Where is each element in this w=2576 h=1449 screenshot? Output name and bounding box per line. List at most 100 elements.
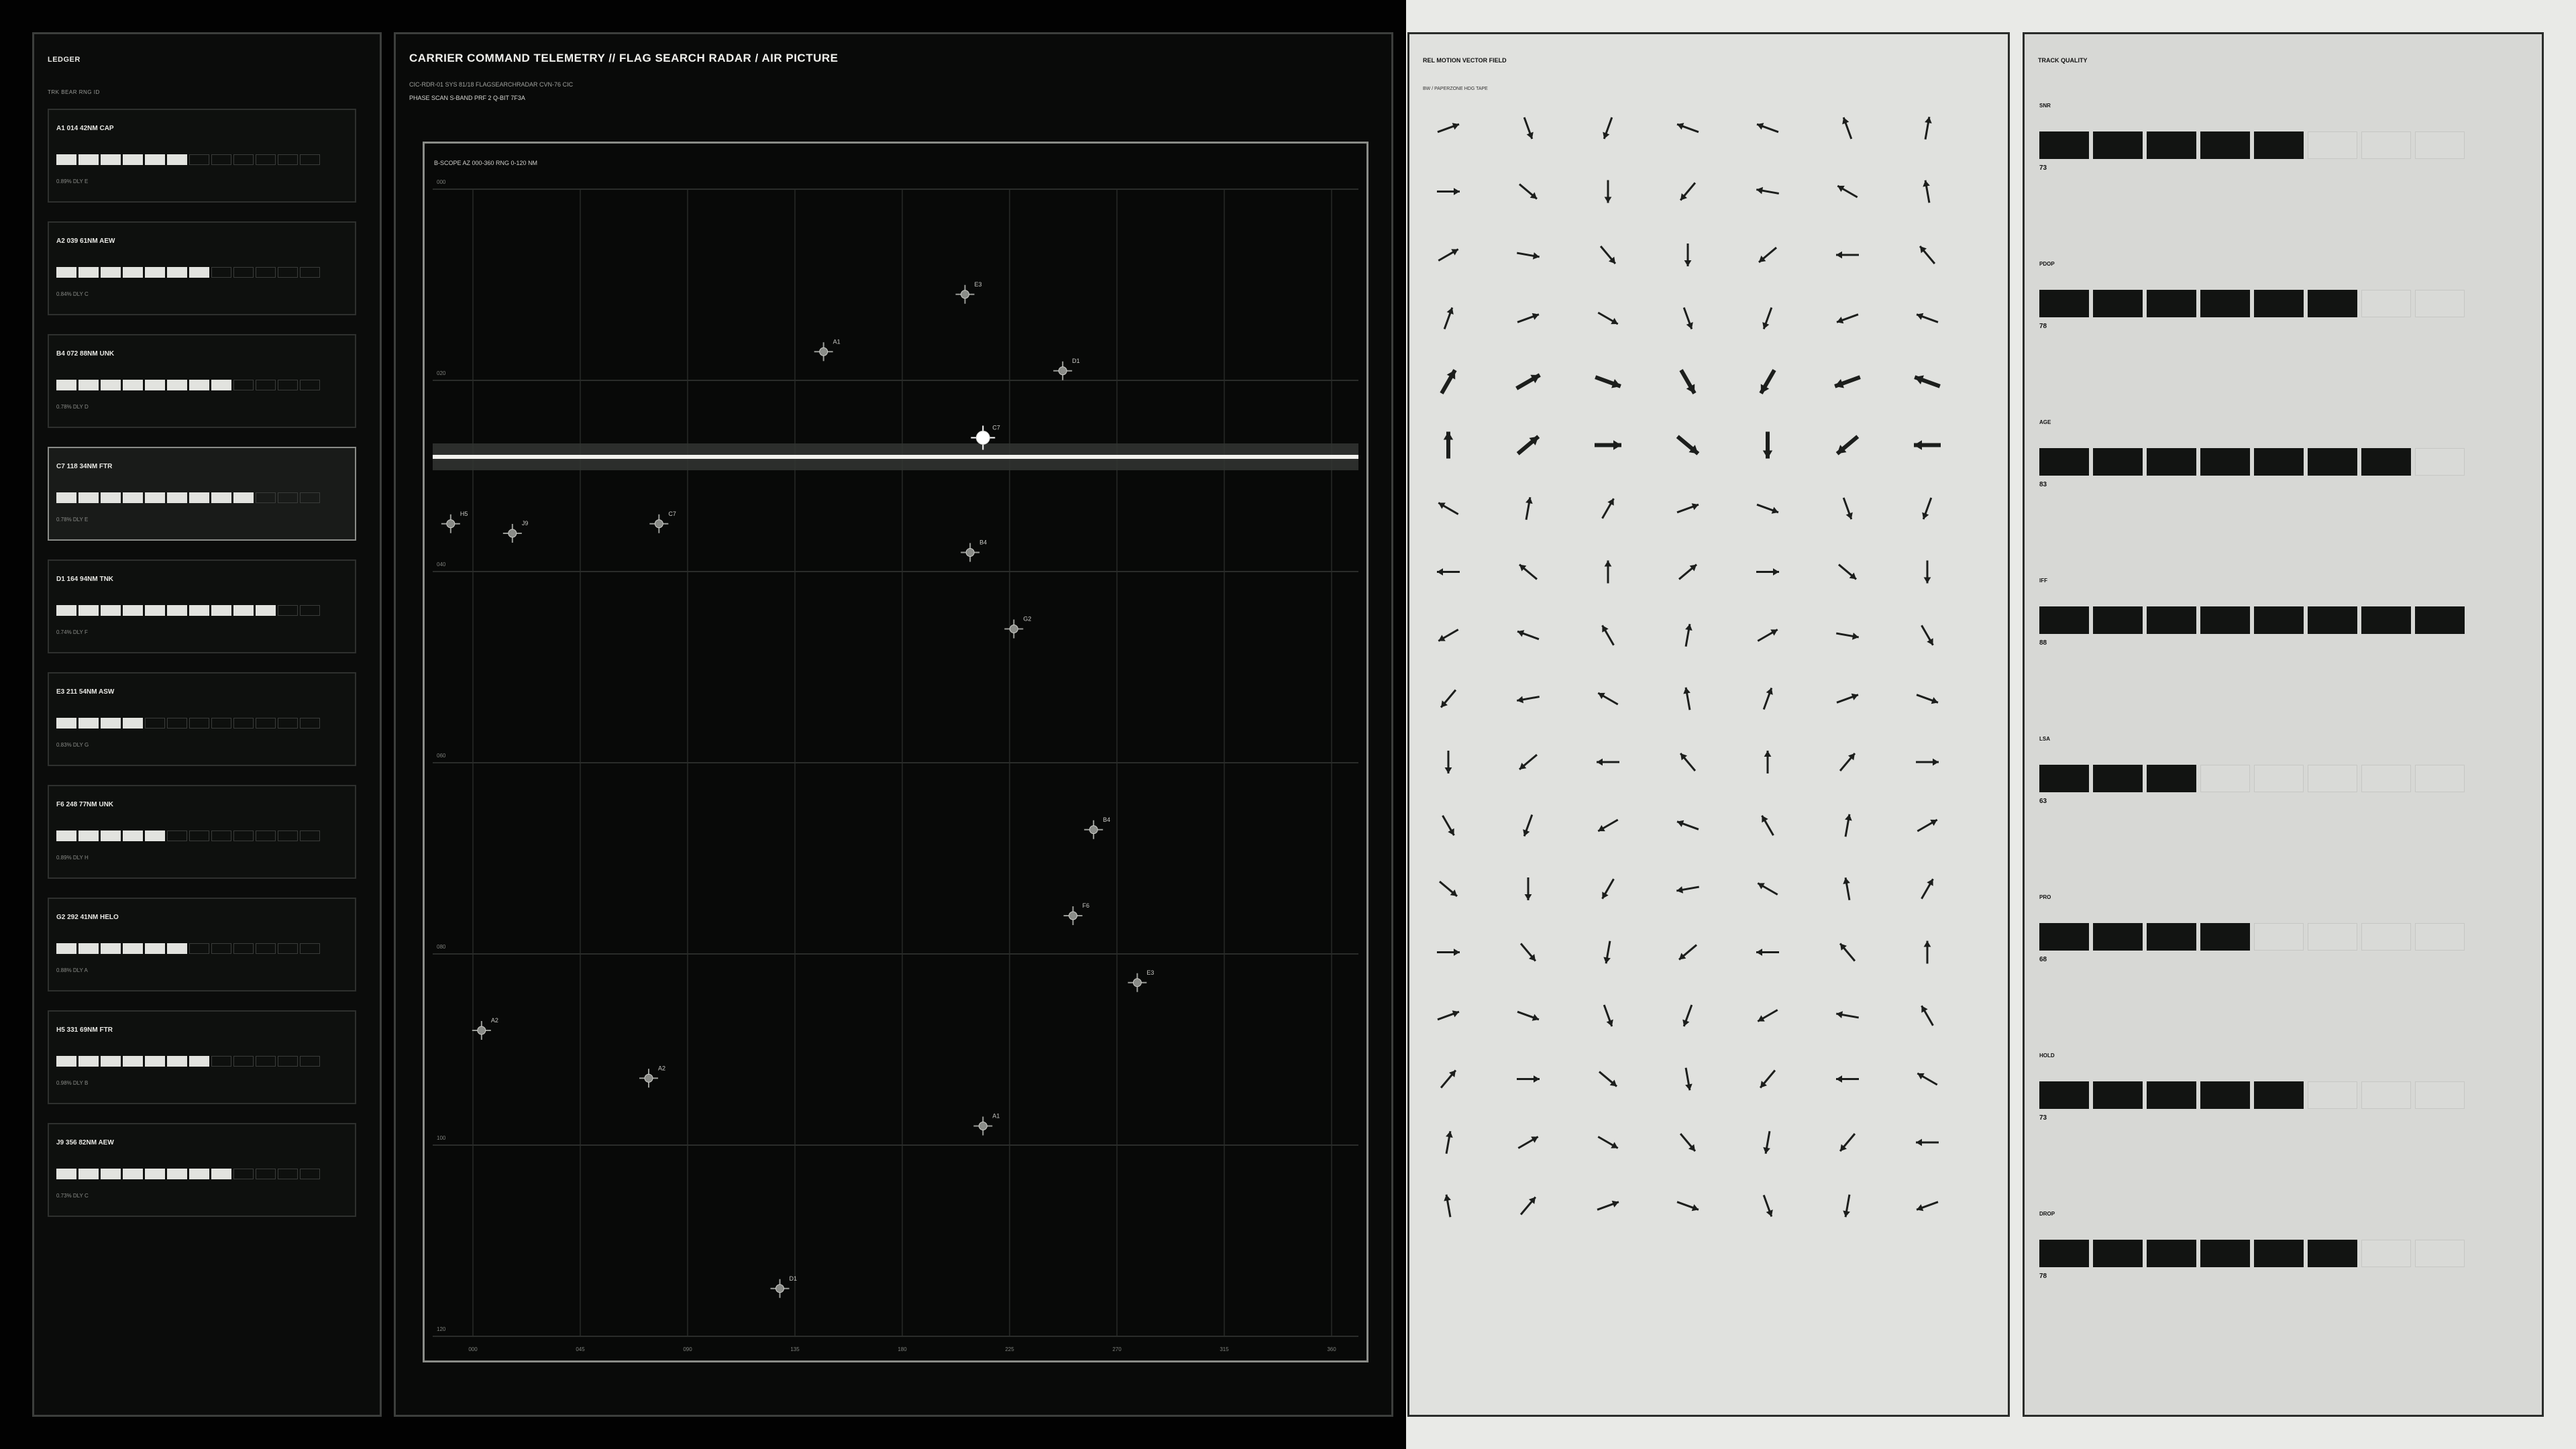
track-card-id: G2 292 41NM HELO: [56, 914, 119, 921]
quality-cell: [189, 943, 209, 954]
radar-contact[interactable]: H5: [441, 511, 468, 533]
metric-value: 78: [2039, 323, 2047, 330]
track-card[interactable]: H5 331 69NM FTR 0.98% DLY B: [48, 1010, 356, 1104]
track-card[interactable]: A1 014 42NM CAP 0.89% DLY E: [48, 109, 356, 203]
track-card-meta: 0.83% DLY G: [56, 742, 89, 748]
quality-cell: [101, 492, 121, 503]
radar-contact[interactable]: A1: [973, 1113, 1000, 1136]
quality-cell: [123, 380, 143, 390]
radar-contact[interactable]: A2: [472, 1017, 498, 1040]
quality-cell: [233, 380, 254, 390]
metric-segment: [2200, 606, 2250, 634]
metric-segment: [2308, 1240, 2357, 1267]
metric-segment: [2308, 448, 2357, 476]
quality-cell: [256, 380, 276, 390]
radar-contact[interactable]: A2: [639, 1065, 665, 1088]
metric-segment: [2361, 1081, 2411, 1109]
metric-name: SNR: [2039, 103, 2051, 109]
quality-cell: [256, 492, 276, 503]
track-card[interactable]: B4 072 88NM UNK 0.78% DLY D: [48, 334, 356, 428]
y-tick-label: 000: [437, 179, 446, 185]
quality-cell: [78, 267, 99, 278]
quality-cell: [300, 943, 320, 954]
quality-cell: [300, 154, 320, 165]
radar-contact[interactable]: D1: [770, 1275, 798, 1298]
track-card-meta: 0.89% DLY H: [56, 855, 89, 861]
quality-cell: [233, 492, 254, 503]
radar-contact[interactable]: E3: [955, 281, 982, 304]
motion-vector-arrow: [1525, 496, 1533, 521]
contact-label: B4: [979, 539, 987, 546]
metric-value: 63: [2039, 798, 2047, 805]
metric-name: PRO: [2039, 894, 2051, 900]
quality-cells: [56, 380, 320, 390]
track-card[interactable]: E3 211 54NM ASW 0.83% DLY G: [48, 672, 356, 766]
metric-segment: [2361, 923, 2411, 951]
quality-cell: [78, 605, 99, 616]
radar-contact[interactable]: G2: [1004, 616, 1031, 639]
radar-contact[interactable]: C7: [649, 511, 676, 533]
track-card[interactable]: A2 039 61NM AEW 0.84% DLY C: [48, 221, 356, 315]
metric-segment: [2093, 1081, 2143, 1109]
metric-row: HOLD 73: [2039, 1053, 2469, 1133]
motion-vector-arrow: [1523, 117, 1534, 140]
radar-contact[interactable]: J9: [502, 520, 529, 543]
quality-cells: [56, 718, 320, 729]
b-scope-display[interactable]: B-SCOPE AZ 000-360 RNG 0-120 NM 000 020 04…: [423, 142, 1368, 1362]
quality-cell: [278, 267, 298, 278]
metric-segment: [2361, 765, 2411, 792]
track-card[interactable]: J9 356 82NM AEW 0.73% DLY C: [48, 1123, 356, 1217]
motion-vector-arrow: [1684, 623, 1693, 647]
metric-value: 68: [2039, 956, 2047, 963]
track-card[interactable]: G2 292 41NM HELO 0.88% DLY A: [48, 898, 356, 991]
metric-value: 73: [2039, 1114, 2047, 1122]
motion-vector-arrow: [1762, 307, 1773, 329]
motion-vector-arrow: [1519, 564, 1538, 580]
quality-cell: [145, 830, 165, 841]
radar-contact[interactable]: A1: [814, 338, 841, 362]
motion-vector-arrow: [1678, 564, 1697, 580]
motion-vector-arrow: [1679, 369, 1697, 394]
metric-segment: [2039, 1081, 2089, 1109]
motion-vector-arrow: [1597, 1136, 1619, 1149]
radar-contact[interactable]: F6: [1063, 902, 1090, 925]
track-card-meta: 0.89% DLY E: [56, 178, 89, 184]
x-tick-label: 225: [1005, 1346, 1014, 1352]
quality-cell: [123, 943, 143, 954]
metric-segment: [2415, 1081, 2465, 1109]
radar-contact[interactable]: D1: [1053, 358, 1080, 380]
radar-contact[interactable]: B4: [1084, 816, 1110, 839]
contact-label: A2: [658, 1065, 665, 1071]
quality-cell: [278, 380, 298, 390]
quality-cell: [278, 830, 298, 841]
radar-contact[interactable]: E3: [1128, 969, 1154, 992]
metric-segment: [2308, 131, 2357, 159]
motion-vector-arrow: [1519, 943, 1537, 962]
motion-vector-arrow: [1835, 1011, 1860, 1019]
track-card[interactable]: D1 164 94NM TNK 0.74% DLY F: [48, 559, 356, 653]
quality-cell: [278, 718, 298, 729]
quality-cell: [189, 492, 209, 503]
quality-cell: [256, 267, 276, 278]
track-card[interactable]: F6 248 77NM UNK 0.89% DLY H: [48, 785, 356, 879]
quality-cell: [123, 267, 143, 278]
track-card[interactable]: C7 118 34NM FTR 0.78% DLY E: [48, 447, 356, 541]
motion-vector-arrow: [1839, 943, 1856, 962]
radar-contact[interactable]: B4: [961, 539, 987, 562]
metric-segment: [2361, 448, 2411, 476]
contact-label: J9: [522, 520, 529, 527]
motion-vector-arrow: [1756, 186, 1780, 195]
quality-cell: [300, 830, 320, 841]
motion-vector-arrow: [1603, 1004, 1613, 1027]
quality-cell: [189, 605, 209, 616]
ledger-panel: LEDGER TRK BEAR RNG ID A1 014 42NM CAP 0.…: [32, 32, 382, 1417]
quality-cell: [123, 154, 143, 165]
quality-cell: [278, 154, 298, 165]
motion-vector-arrow: [1843, 877, 1851, 901]
metric-row: SNR 73: [2039, 103, 2469, 183]
metric-bar: [2039, 448, 2465, 476]
quality-cell: [145, 154, 165, 165]
metric-segment: [2415, 1240, 2465, 1267]
motion-vector-arrow: [1916, 1138, 1939, 1146]
metric-segment: [2147, 923, 2196, 951]
